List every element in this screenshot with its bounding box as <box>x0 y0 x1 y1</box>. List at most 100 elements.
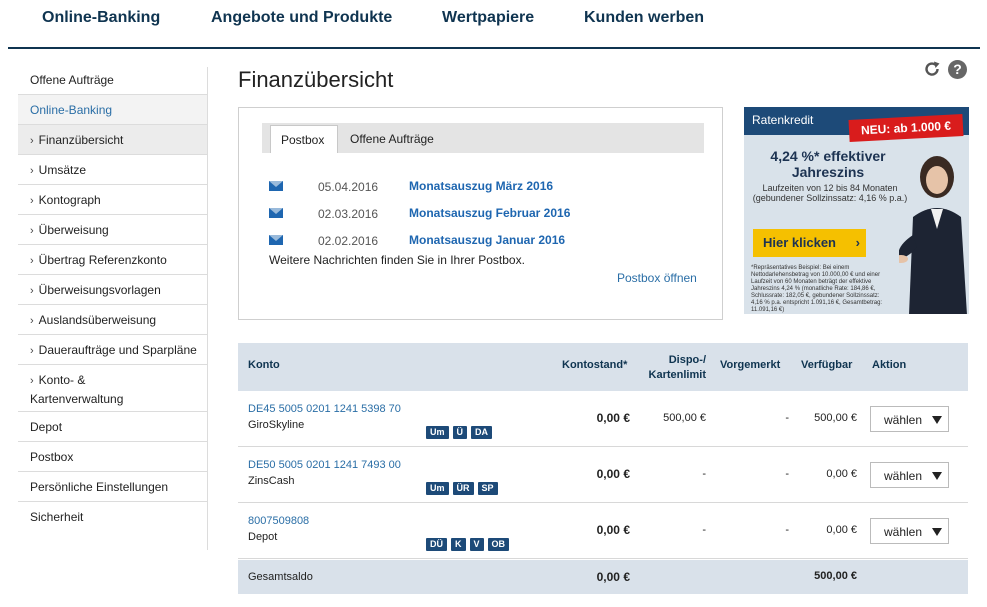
message-subject-link[interactable]: Monatsauszug März 2016 <box>409 179 553 193</box>
sidebar-item-uebertrag-referenzkonto[interactable]: › Übertrag Referenzkonto <box>18 245 208 275</box>
account-iban-link[interactable]: DE45 5005 0201 1241 5398 70 <box>248 403 401 415</box>
caret-down-icon <box>932 472 942 480</box>
sidebar-item-label: Umsätze <box>38 163 87 177</box>
chevron-right-icon: › <box>30 375 34 387</box>
account-badge[interactable]: DÜ <box>426 538 447 551</box>
sidebar-item-kartenverwaltung[interactable]: › Konto- & Kartenverwaltung <box>18 365 208 412</box>
account-vorgemerkt: - <box>785 524 789 536</box>
ad-badge: NEU: ab 1.000 € <box>848 114 964 142</box>
account-badge[interactable]: DA <box>471 426 493 439</box>
sidebar-item-kontograph[interactable]: › Kontograph <box>18 185 208 215</box>
message-subject-link[interactable]: Monatsauszug Februar 2016 <box>409 206 570 220</box>
sidebar-item-label: Überweisungsvorlagen <box>38 283 161 297</box>
total-balance: 0,00 € <box>596 570 630 584</box>
account-name: ZinsCash <box>248 475 295 487</box>
account-badges: DÜ K V OB <box>426 534 513 552</box>
account-badges: Um ÜR SP <box>426 478 502 496</box>
sidebar-item-sicherheit[interactable]: Sicherheit <box>18 502 208 532</box>
table-row: DE50 5005 0201 1241 7493 00 ZinsCash Um Ü… <box>238 447 968 503</box>
account-badge[interactable]: Ü <box>452 426 468 439</box>
help-icon[interactable]: ? <box>948 60 967 79</box>
col-kontostand: Kontostand* <box>562 359 628 371</box>
topnav-online-banking[interactable]: Online-Banking <box>42 9 160 27</box>
action-select[interactable]: wählen <box>870 406 949 432</box>
sidebar-item-ueberweisung[interactable]: › Überweisung <box>18 215 208 245</box>
account-badge[interactable]: Um <box>426 426 449 439</box>
ad-label: Ratenkredit <box>752 113 814 127</box>
account-iban-link[interactable]: DE50 5005 0201 1241 7493 00 <box>248 459 401 471</box>
sidebar-item-ueberweisungsvorlagen[interactable]: › Überweisungsvorlagen <box>18 275 208 305</box>
sidebar-item-finanzuebersicht[interactable]: › Finanzübersicht <box>18 125 208 155</box>
account-name: Depot <box>248 531 278 543</box>
account-badges: Um Ü DA <box>426 422 496 440</box>
sidebar-item-label: Konto- & <box>38 373 86 387</box>
action-select[interactable]: wählen <box>870 462 949 488</box>
tab-offene-auftraege[interactable]: Offene Aufträge <box>340 125 452 153</box>
postbox-panel: Postbox Offene Aufträge 05.04.2016 Monat… <box>238 107 723 320</box>
ad-fine-print: *Repräsentatives Beispiel: Bei einem Net… <box>751 265 883 313</box>
sidebar-item-postbox[interactable]: Postbox <box>18 442 208 472</box>
chevron-right-icon: › <box>30 315 34 327</box>
account-badge[interactable]: V <box>469 538 484 551</box>
caret-down-icon <box>932 416 942 424</box>
top-navigation: Online-Banking Angebote und Produkte Wer… <box>0 0 987 48</box>
account-verfuegbar: 500,00 € <box>814 412 857 424</box>
account-iban-link[interactable]: 8007509808 <box>248 515 309 527</box>
sidebar-item-label: Postbox <box>30 450 74 464</box>
ratenkredit-ad[interactable]: Ratenkredit NEU: ab 1.000 € 4,24 %* effe… <box>744 107 969 314</box>
col-dispo-line: Kartenlimit <box>648 369 706 381</box>
topnav-divider <box>8 47 980 49</box>
col-aktion: Aktion <box>872 359 907 371</box>
account-badge[interactable]: SP <box>477 482 498 495</box>
sidebar-item-umsaetze[interactable]: › Umsätze <box>18 155 208 185</box>
col-konto: Konto <box>248 359 280 371</box>
tab-postbox[interactable]: Postbox <box>270 125 338 153</box>
table-row: DE45 5005 0201 1241 5398 70 GiroSkyline … <box>238 391 968 447</box>
account-badge[interactable]: K <box>451 538 466 551</box>
account-badge[interactable]: Um <box>426 482 449 495</box>
refresh-icon[interactable] <box>923 60 941 78</box>
message-date: 02.03.2016 <box>318 207 379 221</box>
topnav-angebote[interactable]: Angebote und Produkte <box>211 9 392 27</box>
postbox-open-link[interactable]: Postbox öffnen <box>617 271 697 285</box>
ad-terms-line: Laufzeiten von 12 bis 84 Monaten <box>762 183 898 193</box>
account-badge[interactable]: OB <box>487 538 510 551</box>
col-verfuegbar: Verfügbar <box>801 359 853 371</box>
col-vorgemerkt: Vorgemerkt <box>720 359 781 371</box>
sidebar-item-persoenliche-einstellungen[interactable]: Persönliche Einstellungen <box>18 472 208 502</box>
table-header: Konto Kontostand* Dispo-/ Kartenlimit Vor… <box>238 343 968 391</box>
envelope-icon <box>269 235 283 245</box>
sidebar-item-online-banking[interactable]: Online-Banking <box>18 95 208 125</box>
ad-rate: 4,24 %* effektiver Jahreszins <box>758 148 898 180</box>
action-select[interactable]: wählen <box>870 518 949 544</box>
sidebar-item-offene-auftraege[interactable]: Offene Aufträge <box>18 65 208 95</box>
ad-terms-line: (gebundener Sollzinssatz: 4,16 % p.a.) <box>752 193 908 203</box>
sidebar-item-depot[interactable]: Depot <box>18 412 208 442</box>
account-verfuegbar: 0,00 € <box>826 468 857 480</box>
sidebar-item-label: Depot <box>30 420 63 434</box>
account-dispo: 500,00 € <box>663 412 706 424</box>
topnav-kunden-werben[interactable]: Kunden werben <box>584 9 704 27</box>
sidebar-item-auslandsueberweisung[interactable]: › Auslandsüberweisung <box>18 305 208 335</box>
postbox-tabs: Postbox Offene Aufträge <box>262 123 704 153</box>
table-total-row: Gesamtsaldo 0,00 € 500,00 € <box>238 560 968 594</box>
envelope-icon <box>269 181 283 191</box>
message-date: 05.04.2016 <box>318 180 379 194</box>
topnav-wertpapiere[interactable]: Wertpapiere <box>442 9 534 27</box>
page-title: Finanzübersicht <box>238 67 394 92</box>
total-label: Gesamtsaldo <box>248 571 313 583</box>
ad-cta-button[interactable]: Hier klicken › <box>753 229 866 257</box>
sidebar-item-dauerauftraege[interactable]: › Daueraufträge und Sparpläne <box>18 335 208 365</box>
total-verfuegbar: 500,00 € <box>814 570 857 582</box>
sidebar-item-label: Überweisung <box>38 223 109 237</box>
chevron-right-icon: › <box>30 285 34 297</box>
message-subject-link[interactable]: Monatsauszug Januar 2016 <box>409 233 565 247</box>
action-select-value: wählen <box>884 525 923 539</box>
sidebar-divider <box>207 67 208 550</box>
chevron-right-icon: › <box>30 135 34 147</box>
table-row: 8007509808 Depot DÜ K V OB 0,00 € - - 0,00 … <box>238 503 968 559</box>
sidebar-item-label: Offene Aufträge <box>30 73 114 87</box>
sidebar-item-label: Kontograph <box>38 193 101 207</box>
account-vorgemerkt: - <box>785 468 789 480</box>
account-badge[interactable]: ÜR <box>452 482 474 495</box>
